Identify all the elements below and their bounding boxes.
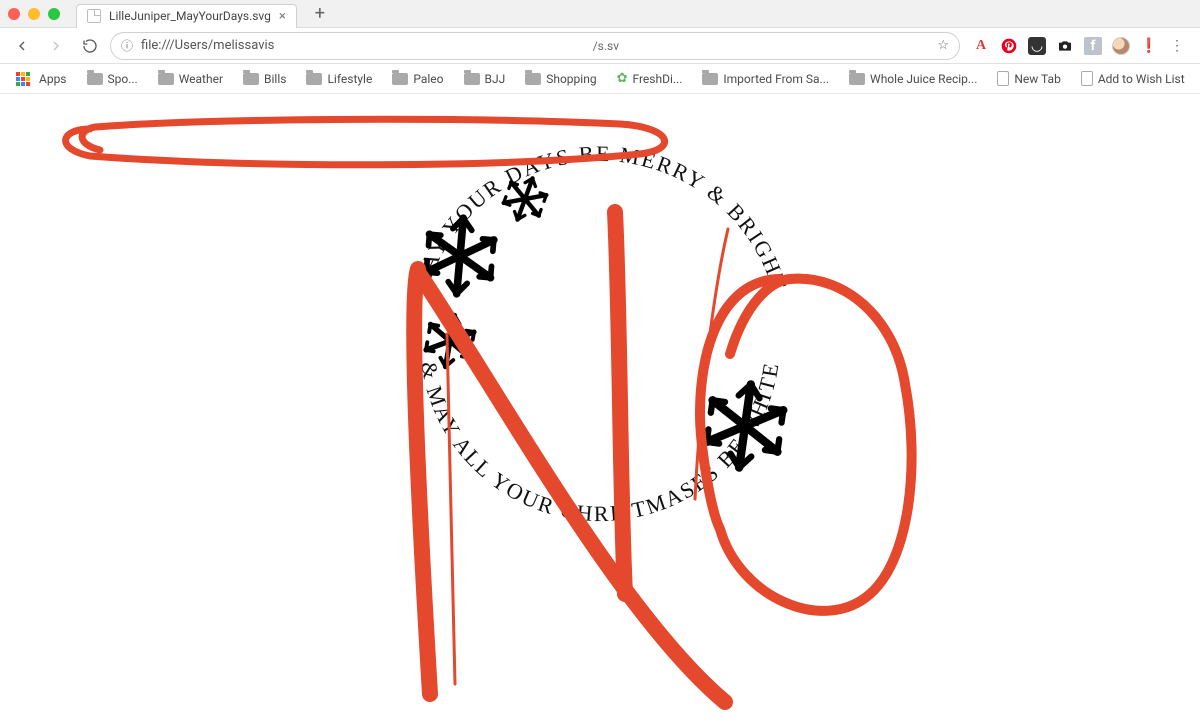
forward-button[interactable] (42, 32, 70, 60)
facebook-icon[interactable]: f (1084, 37, 1102, 55)
toolbar: ⓘ file:///Users/melissavis /s.sv ☆ A ◡ f… (0, 28, 1200, 64)
folder-icon (158, 73, 174, 85)
bookmark-item[interactable]: Zone (1197, 68, 1200, 90)
new-tab-button[interactable]: + (309, 3, 331, 25)
address-bar[interactable]: ⓘ file:///Users/melissavis /s.sv ☆ (110, 32, 960, 60)
wreath-text-bottom: & MAY ALL YOUR CHRISTMASES BE WHITE (416, 359, 784, 526)
apps-label: Apps (39, 72, 67, 86)
folder-icon (243, 73, 259, 85)
bookmark-item[interactable]: Bills (235, 68, 294, 90)
page-viewport: MAY YOUR DAYS BE MERRY & BRIGHT & MAY AL… (0, 94, 1200, 630)
folder-icon (702, 73, 718, 85)
pinterest-icon[interactable] (1000, 37, 1018, 55)
address-bar-url: file:///Users/melissavis (141, 38, 274, 53)
folder-icon (849, 73, 865, 85)
apps-grid-icon (16, 72, 30, 86)
page-icon (997, 71, 1009, 86)
file-icon (87, 9, 101, 23)
bookmark-item[interactable]: Weather (150, 68, 231, 90)
browser-menu-icon[interactable]: ⋮ (1168, 37, 1186, 55)
window-maximize-button[interactable] (48, 8, 60, 20)
reload-button[interactable] (76, 32, 104, 60)
alert-icon[interactable]: ❗ (1140, 37, 1158, 55)
camera-icon[interactable] (1056, 37, 1074, 55)
bookmark-item[interactable]: Whole Juice Recip... (841, 68, 985, 90)
leaf-icon: ✿ (617, 71, 628, 86)
bookmark-item[interactable]: BJJ (456, 68, 514, 90)
apps-shortcut[interactable]: Apps (8, 68, 75, 90)
extension-icons: A ◡ f ❗ ⋮ (966, 37, 1192, 55)
browser-tab[interactable]: LilleJuniper_MayYourDays.svg × (76, 4, 297, 28)
svg-text:& MAY ALL YOUR CHRISTMASES BE: & MAY ALL YOUR CHRISTMASES BE WHITE (416, 359, 784, 526)
back-button[interactable] (8, 32, 36, 60)
bookmark-item[interactable]: Spo... (79, 68, 146, 90)
traffic-lights (8, 8, 60, 20)
bookmark-star-icon[interactable]: ☆ (937, 38, 949, 53)
address-bar-url-suffix: /s.sv (593, 39, 619, 53)
svg-content: MAY YOUR DAYS BE MERRY & BRIGHT & MAY AL… (350, 91, 850, 591)
bookmark-item[interactable]: Lifestyle (298, 68, 380, 90)
tab-close-icon[interactable]: × (279, 9, 286, 24)
bookmark-item[interactable]: Add to Wish List (1073, 67, 1193, 90)
bookmark-item[interactable]: Paleo (384, 68, 451, 90)
tab-title: LilleJuniper_MayYourDays.svg (109, 9, 271, 23)
site-info-icon[interactable]: ⓘ (121, 37, 133, 54)
bookmark-item[interactable]: ✿FreshDi... (609, 67, 691, 90)
profile-avatar[interactable] (1112, 37, 1130, 55)
bookmark-item[interactable]: Shopping (517, 68, 604, 90)
window-close-button[interactable] (8, 8, 20, 20)
folder-icon (87, 73, 103, 85)
window-minimize-button[interactable] (28, 8, 40, 20)
folder-icon (464, 73, 480, 85)
extension-a-icon[interactable]: A (972, 37, 990, 55)
bookmark-item[interactable]: New Tab (989, 67, 1068, 90)
folder-icon (306, 73, 322, 85)
folder-icon (392, 73, 408, 85)
folder-icon (525, 73, 541, 85)
titlebar: LilleJuniper_MayYourDays.svg × + (0, 0, 1200, 28)
pocket-icon[interactable]: ◡ (1028, 37, 1046, 55)
bookmark-item[interactable]: Imported From Sa... (694, 68, 837, 90)
wreath-svg: MAY YOUR DAYS BE MERRY & BRIGHT & MAY AL… (350, 91, 850, 591)
page-icon (1081, 71, 1093, 86)
bookmarks-bar: Apps Spo... Weather Bills Lifestyle Pale… (0, 64, 1200, 94)
